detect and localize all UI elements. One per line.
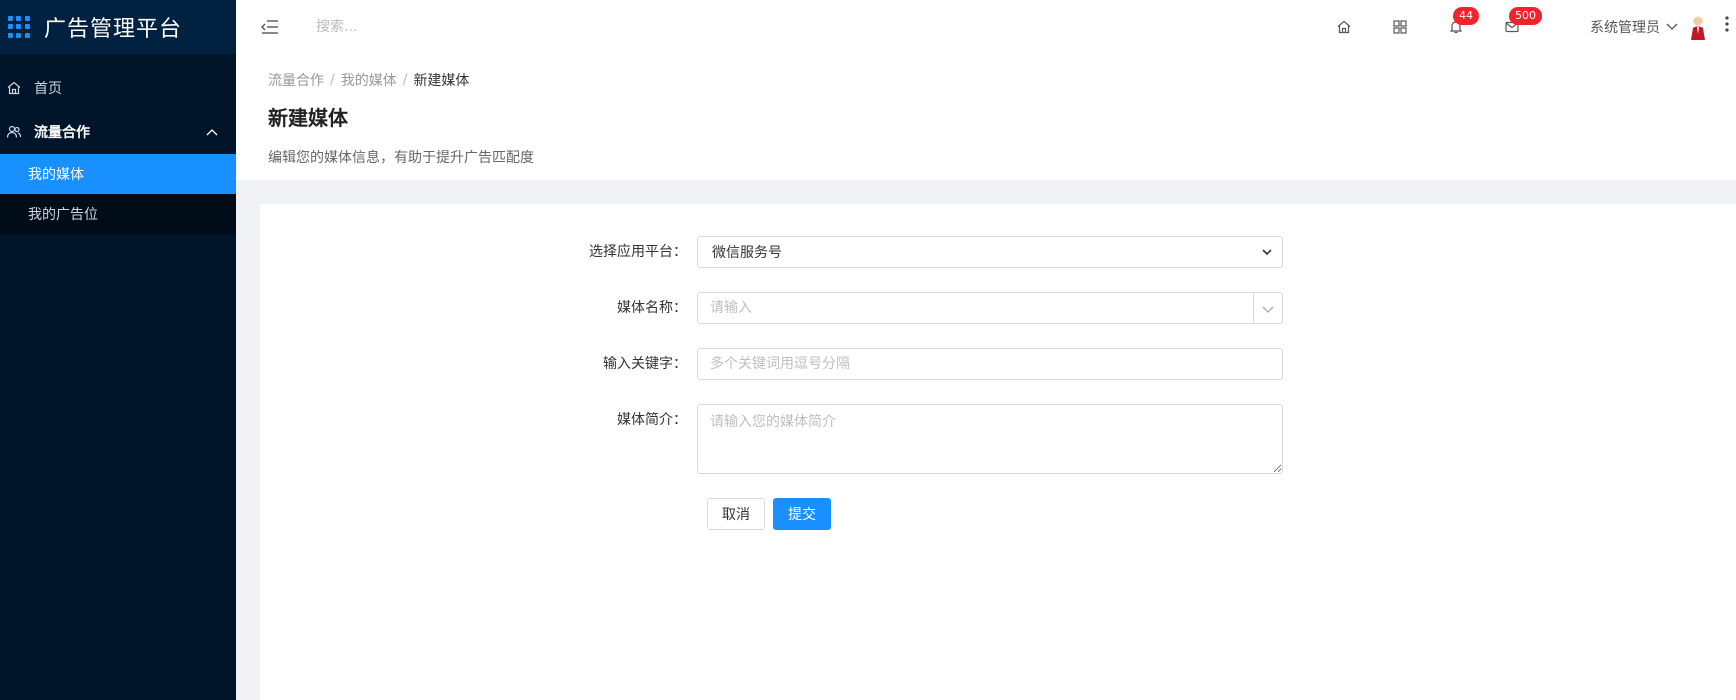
apps-grid-icon [8,16,30,38]
breadcrumb-item[interactable]: 流量合作 [268,70,324,90]
chevron-down-icon [1262,299,1274,318]
form-actions: 取消 提交 [707,498,1736,530]
bell-icon[interactable]: 44 [1444,7,1479,39]
page-description: 编辑您的媒体信息，有助于提升广告匹配度 [268,150,534,166]
search-input[interactable] [316,12,616,42]
chevron-up-icon [206,124,218,140]
menu-fold-icon[interactable] [258,15,282,39]
form-card: 选择应用平台： 微信服务号 媒体名称： 请输入 输入关键字： 多个关键词用逗号分… [260,204,1736,700]
keywords-label: 输入关键字： [603,356,687,372]
dropdown-toggle[interactable] [1253,293,1282,323]
platform-select[interactable]: 微信服务号 [697,236,1283,268]
chevron-down-icon [1262,244,1272,260]
platform-select-value: 微信服务号 [712,245,782,261]
app-title: 广告管理平台 [44,17,183,42]
mail-icon[interactable]: 500 [1500,7,1542,39]
sidebar-menu: 首页 流量合作 我的媒体 我的广告位 [0,54,236,234]
apps-icon[interactable] [1388,15,1412,39]
breadcrumb-current: 新建媒体 [413,73,470,89]
submenu: 我的媒体 我的广告位 [0,154,236,234]
sidebar-item-my-ad-slots[interactable]: 我的广告位 [0,194,236,234]
sidebar-item-traffic[interactable]: 流量合作 [0,110,236,154]
page-header: 流量合作 / 我的媒体 / 新建媒体 新建媒体 编辑您的媒体信息，有助于提升广告… [236,54,1736,180]
home-icon[interactable] [1332,15,1356,39]
intro-textarea[interactable] [697,404,1283,474]
sidebar: 广告管理平台 首页 流量合作 我的媒体 我的广告位 [0,0,236,700]
chevron-down-icon [1666,23,1678,31]
page-title: 新建媒体 [268,106,348,130]
media-name-input[interactable] [698,293,1253,323]
sidebar-item-label: 首页 [34,81,62,97]
form-row-platform: 选择应用平台： 微信服务号 [260,236,1736,268]
brand[interactable]: 广告管理平台 [0,0,236,54]
platform-label: 选择应用平台： [589,244,687,260]
breadcrumb-separator: / [402,72,408,88]
form-row-intro: 媒体简介： [260,404,1736,478]
header-actions: 44 500 系统管理员 [1332,0,1736,54]
more-vertical-icon[interactable] [1724,15,1732,39]
cancel-button[interactable]: 取消 [707,498,765,530]
sidebar-item-label: 我的媒体 [28,167,84,183]
users-icon [6,124,22,140]
media-name-combobox [697,292,1283,324]
notifications-badge: 44 [1453,7,1479,25]
form-row-name: 媒体名称： [260,292,1736,324]
user-name: 系统管理员 [1590,20,1660,36]
breadcrumb: 流量合作 / 我的媒体 / 新建媒体 [268,70,1704,90]
home-icon [6,80,22,96]
breadcrumb-separator: / [330,72,335,88]
avatar [1688,14,1708,40]
messages-badge: 500 [1509,7,1542,25]
sidebar-item-label: 流量合作 [34,125,90,141]
new-media-form: 选择应用平台： 微信服务号 媒体名称： 请输入 输入关键字： 多个关键词用逗号分… [260,236,1736,530]
user-menu[interactable]: 系统管理员 [1590,14,1708,40]
keywords-input[interactable] [697,348,1283,380]
media-name-label: 媒体名称： [617,300,687,316]
sidebar-item-label: 我的广告位 [28,207,98,223]
breadcrumb-item[interactable]: 我的媒体 [341,70,397,90]
intro-label: 媒体简介： [617,412,687,428]
form-row-keywords: 输入关键字： [260,348,1736,380]
sidebar-item-my-media[interactable]: 我的媒体 [0,154,236,194]
top-header: 44 500 系统管理员 [236,0,1736,54]
submit-button[interactable]: 提交 [773,498,831,530]
sidebar-item-home[interactable]: 首页 [0,66,236,110]
